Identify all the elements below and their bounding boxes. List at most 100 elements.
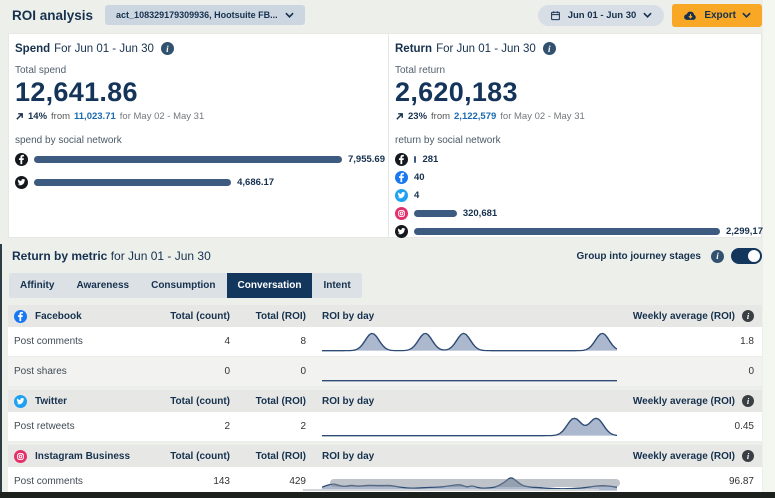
facebook-icon [14, 310, 27, 323]
table-row: Post comments 4 8 1.8 [8, 327, 762, 357]
metric-label: Post comments [14, 336, 164, 347]
account-selector-label: act_108329179309936, Hootsuite FB... [116, 10, 278, 20]
journey-stages-label: Group into journey stages [577, 251, 701, 262]
tab-conversation[interactable]: Conversation [227, 273, 313, 298]
info-icon[interactable] [742, 450, 754, 462]
journey-stages-control: Group into journey stages [577, 248, 762, 264]
return-delta-period: for May 02 - May 31 [500, 111, 584, 122]
total-return-value: 2,620,183 [395, 77, 768, 108]
network-bar-value: 4 [414, 190, 419, 201]
calendar-icon [550, 10, 561, 21]
spend-heading-label: Spend [15, 43, 50, 55]
column-header-roi-by-day: ROI by day [306, 451, 626, 462]
date-range-label: Jun 01 - Jun 30 [568, 10, 637, 21]
spend-network-bars: 7,955.69 4,686.17 [15, 153, 378, 189]
spend-previous-value-link[interactable]: 11,023.71 [74, 111, 116, 122]
column-header-weekly-average: Weekly average (ROI) [626, 450, 754, 462]
twitter-icon [395, 189, 408, 202]
top-bar-actions: Jun 01 - Jun 30 Export [538, 4, 762, 27]
table-group-header: Twitter Total (count) Total (ROI) ROI by… [8, 390, 762, 412]
metric-weekly-average: 0 [626, 366, 754, 377]
journey-stages-toggle[interactable] [731, 248, 762, 264]
network-bar-value: 281 [422, 154, 438, 165]
column-header-total-count: Total (count) [164, 396, 230, 407]
network-bar-value: 320,681 [463, 208, 497, 219]
group-network: Instagram Business [14, 450, 164, 463]
spend-delta-pct: 14% [28, 111, 47, 122]
info-icon[interactable] [742, 310, 754, 322]
network-bar-row: 2,299,177 [395, 225, 768, 238]
group-network-name: Twitter [35, 396, 67, 407]
export-button[interactable]: Export [672, 4, 762, 27]
spend-breakdown-label: spend by social network [15, 135, 378, 146]
network-bar-row: 4,686.17 [15, 176, 378, 189]
metric-total-roi: 2 [230, 421, 306, 432]
spend-heading-period: For Jun 01 - Jun 30 [54, 43, 154, 55]
column-header-total-roi: Total (ROI) [230, 451, 306, 462]
return-network-bars: 281 40 4 320,681 2,299,177 [395, 153, 768, 238]
network-bar-value: 4,686.17 [237, 177, 274, 188]
date-range-picker[interactable]: Jun 01 - Jun 30 [538, 5, 665, 26]
tab-awareness[interactable]: Awareness [65, 273, 140, 298]
return-by-metric-period: for Jun 01 - Jun 30 [111, 249, 211, 263]
group-network: Twitter [14, 395, 164, 408]
spend-panel: Spend For Jun 01 - Jun 30 Total spend 12… [9, 34, 389, 237]
metric-total-count: 2 [164, 421, 230, 432]
column-header-weekly-average-label: Weekly average (ROI) [633, 451, 735, 462]
roi-by-day-cell [306, 414, 626, 440]
group-network: Facebook [14, 310, 164, 323]
group-network-name: Facebook [35, 311, 82, 322]
column-header-total-roi: Total (ROI) [230, 311, 306, 322]
metric-weekly-average: 1.8 [626, 336, 754, 347]
metric-total-roi: 0 [230, 366, 306, 377]
total-return-label: Total return [395, 65, 768, 76]
account-selector[interactable]: act_108329179309936, Hootsuite FB... [105, 5, 305, 25]
spend-delta-period: for May 02 - May 31 [120, 111, 204, 122]
tab-consumption[interactable]: Consumption [140, 273, 226, 298]
return-heading-period: For Jun 01 - Jun 30 [436, 43, 536, 55]
network-bar-row: 281 [395, 153, 768, 166]
chevron-down-icon [643, 12, 652, 18]
table-row: Post retweets 2 2 0.45 [8, 412, 762, 442]
column-header-weekly-average-label: Weekly average (ROI) [633, 396, 735, 407]
return-previous-value-link[interactable]: 2,122,579 [454, 111, 496, 122]
network-bar [414, 156, 416, 163]
info-icon[interactable] [742, 395, 754, 407]
horizontal-scrollbar-thumb[interactable] [330, 479, 620, 487]
return-breakdown-label: return by social network [395, 135, 768, 146]
return-heading-label: Return [395, 43, 432, 55]
network-bar [34, 179, 231, 186]
network-bar-value: 2,299,177 [726, 226, 768, 237]
tab-affinity[interactable]: Affinity [9, 273, 65, 298]
column-header-total-roi: Total (ROI) [230, 396, 306, 407]
twitter-dark-icon [395, 225, 408, 238]
top-bar: ROI analysis act_108329179309936, Hootsu… [0, 0, 775, 30]
instagram-icon [395, 207, 408, 220]
network-bar [34, 156, 342, 163]
metric-total-count: 143 [164, 476, 230, 487]
return-by-metric-title-label: Return by metric [12, 249, 107, 263]
roi-by-day-cell [306, 329, 626, 355]
return-delta-pct: 23% [408, 111, 427, 122]
info-icon[interactable] [543, 42, 556, 55]
network-bar-value: 7,955.69 [348, 154, 385, 165]
horizontal-scrollbar-track[interactable] [303, 489, 599, 491]
spend-delta-word: from [51, 111, 70, 122]
twitter-icon [14, 395, 27, 408]
info-icon[interactable] [161, 42, 174, 55]
return-by-metric-header: Return by metric for Jun 01 - Jun 30 Gro… [8, 247, 762, 265]
metric-label: Post comments [14, 476, 164, 487]
info-icon[interactable] [711, 250, 724, 263]
spend-heading: Spend For Jun 01 - Jun 30 [15, 42, 378, 55]
return-delta-word: from [431, 111, 450, 122]
export-button-label: Export [704, 10, 736, 21]
table-group-header: Facebook Total (count) Total (ROI) ROI b… [8, 305, 762, 327]
toggle-knob [748, 250, 760, 262]
total-spend-label: Total spend [15, 65, 378, 76]
return-panel: Return For Jun 01 - Jun 30 Total return … [389, 34, 775, 237]
return-heading: Return For Jun 01 - Jun 30 [395, 42, 768, 55]
trend-up-icon [15, 112, 24, 121]
facebook-icon [395, 171, 408, 184]
tab-intent[interactable]: Intent [312, 273, 361, 298]
metric-label: Post shares [14, 366, 164, 377]
